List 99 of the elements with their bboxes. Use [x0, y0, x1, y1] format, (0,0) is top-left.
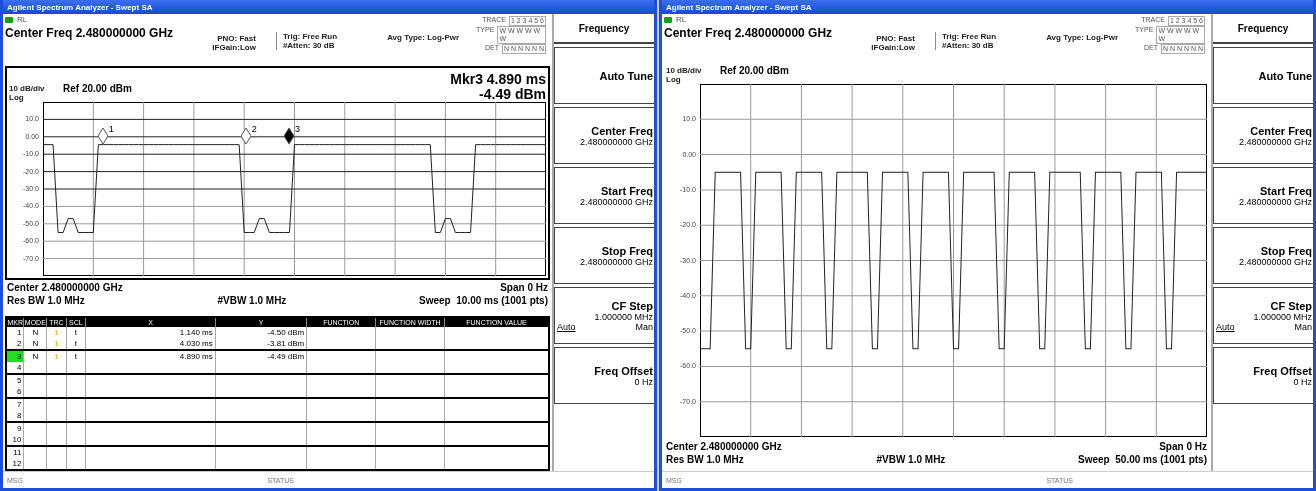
- scale-label: 10 dB/div: [666, 66, 703, 75]
- marker-number: 1: [108, 123, 114, 134]
- softkey-value: 0 Hz: [634, 376, 653, 387]
- marker-number: 2: [251, 123, 257, 134]
- softkey-label: CF Step: [611, 299, 653, 312]
- table-cell: -4.50 dBm: [267, 327, 305, 337]
- center-label: Center 2.480000000 GHz: [7, 281, 123, 294]
- marker-number-cell[interactable]: 2: [6, 338, 24, 350]
- indicator-label: RL: [676, 16, 687, 24]
- softkey-button[interactable]: CF Step 1.000000 MHz Auto Man: [1213, 287, 1313, 344]
- marker-number-cell[interactable]: 6: [6, 386, 24, 398]
- ref-level-label: Ref 20.00 dBm: [63, 83, 132, 94]
- trigger-label: Trig: Free Run: [941, 32, 998, 41]
- table-cell: -3.81 dBm: [267, 338, 305, 348]
- window-title: Agilent Spectrum Analyzer - Swept SA: [7, 2, 153, 12]
- table-cell: 1: [54, 338, 59, 348]
- table-cell: t: [74, 327, 77, 337]
- center-freq-label: Center Freq 2.480000000 GHz: [664, 26, 834, 40]
- softkey-button[interactable]: Auto Tune: [1213, 47, 1313, 104]
- log-label: Log: [9, 93, 25, 102]
- table-cell: 1: [54, 351, 59, 361]
- softkey-label: Freq Offset: [1253, 364, 1312, 377]
- vbw-label: #VBW 1.0 MHz: [217, 294, 287, 307]
- softkey-button[interactable]: Center Freq 2.480000000 GHz: [1213, 107, 1313, 164]
- marker-number-cell[interactable]: 10: [6, 434, 24, 446]
- scale-label: 10 dB/div: [9, 84, 46, 93]
- softkey-value: 2.480000000 GHz: [1238, 136, 1312, 147]
- softkey-button[interactable]: Start Freq 2.480000000 GHz: [1213, 167, 1313, 224]
- span-label: Span 0 Hz: [500, 281, 548, 294]
- softkey-label: Start Freq: [1260, 184, 1312, 197]
- attenuation-label: #Atten: 30 dB: [282, 41, 336, 50]
- res-bw-label: Res BW 1.0 MHz: [666, 453, 744, 466]
- softkey-button[interactable]: Freq Offset 0 Hz: [554, 347, 654, 404]
- avg-type-label: Avg Type: Log-Pwr: [387, 33, 460, 42]
- marker-readout: -4.49 dBm: [479, 87, 546, 102]
- menu-title: Frequency: [554, 14, 654, 44]
- center-label: Center 2.480000000 GHz: [666, 440, 782, 453]
- marker-readout: Mkr3 4.890 ms: [450, 72, 546, 87]
- table-cell: N: [32, 338, 39, 348]
- pno-label: PNO: Fast: [876, 34, 915, 43]
- softkey-label: Stop Freq: [601, 244, 653, 257]
- status-led-icon: [664, 17, 672, 23]
- sweep-label: Sweep 50.00 ms (1001 pts): [1078, 453, 1207, 466]
- table-cell: 4.030 ms: [179, 338, 213, 348]
- softkey-value: 2.480000000 GHz: [579, 256, 653, 267]
- table-cell: t: [74, 351, 77, 361]
- table-cell: 1: [54, 327, 59, 337]
- table-cell: N: [32, 351, 39, 361]
- marker-number-cell[interactable]: 12: [6, 458, 24, 470]
- softkey-button[interactable]: Freq Offset 0 Hz: [1213, 347, 1313, 404]
- marker-number-cell[interactable]: 1: [6, 327, 24, 338]
- softkey-label: CF Step: [1270, 299, 1312, 312]
- softkey-value: 1.000000 MHz: [594, 311, 653, 322]
- softkey-value: 0 Hz: [1293, 376, 1312, 387]
- toggle-option[interactable]: Man: [635, 321, 653, 332]
- softkey-value: 2.480000000 GHz: [1238, 196, 1312, 207]
- softkey-value: 2.480000000 GHz: [579, 136, 653, 147]
- table-cell: 4.890 ms: [179, 351, 213, 361]
- trigger-label: Trig: Free Run: [282, 32, 339, 41]
- softkey-value: 1.000000 MHz: [1253, 311, 1312, 322]
- span-label: Span 0 Hz: [1159, 440, 1207, 453]
- table-cell: 1.140 ms: [179, 327, 213, 337]
- marker-number-cell[interactable]: 8: [6, 410, 24, 422]
- marker-number-cell[interactable]: 4: [6, 362, 24, 374]
- softkey-button[interactable]: Stop Freq 2.480000000 GHz: [1213, 227, 1313, 284]
- softkey-label: Center Freq: [1250, 124, 1312, 137]
- log-label: Log: [666, 75, 682, 84]
- attenuation-label: #Atten: 30 dB: [941, 41, 995, 50]
- table-cell: N: [32, 327, 39, 337]
- softkey-label: Center Freq: [591, 124, 653, 137]
- ref-level-label: Ref 20.00 dBm: [720, 65, 789, 76]
- softkey-button[interactable]: Center Freq 2.480000000 GHz: [554, 107, 654, 164]
- table-cell: -4.49 dBm: [267, 351, 305, 361]
- softkey-button[interactable]: Start Freq 2.480000000 GHz: [554, 167, 654, 224]
- center-freq-label: Center Freq 2.480000000 GHz: [5, 26, 175, 40]
- if-gain-label: IFGain:Low: [212, 43, 256, 52]
- softkey-button[interactable]: Stop Freq 2.480000000 GHz: [554, 227, 654, 284]
- if-gain-label: IFGain:Low: [871, 43, 915, 52]
- toggle-option[interactable]: Auto: [1216, 321, 1235, 332]
- softkey-button[interactable]: Auto Tune: [554, 47, 654, 104]
- sweep-label: Sweep 10.00 ms (1001 pts): [419, 294, 548, 307]
- vbw-label: #VBW 1.0 MHz: [876, 453, 946, 466]
- marker-number: 3: [294, 123, 300, 134]
- window-title: Agilent Spectrum Analyzer - Swept SA: [666, 2, 812, 12]
- softkey-label: Freq Offset: [594, 364, 653, 377]
- softkey-label: Stop Freq: [1260, 244, 1312, 257]
- table-cell: t: [74, 338, 77, 348]
- toggle-option[interactable]: Auto: [557, 321, 576, 332]
- menu-title: Frequency: [1213, 14, 1313, 44]
- status-led-icon: [5, 17, 13, 23]
- pno-label: PNO: Fast: [217, 34, 256, 43]
- res-bw-label: Res BW 1.0 MHz: [7, 294, 85, 307]
- softkey-value: 2.480000000 GHz: [1238, 256, 1312, 267]
- indicator-label: RL: [17, 16, 28, 24]
- softkey-label: Start Freq: [601, 184, 653, 197]
- softkey-value: 2.480000000 GHz: [579, 196, 653, 207]
- softkey-button[interactable]: CF Step 1.000000 MHz Auto Man: [554, 287, 654, 344]
- toggle-option[interactable]: Man: [1294, 321, 1312, 332]
- avg-type-label: Avg Type: Log-Pwr: [1046, 33, 1119, 42]
